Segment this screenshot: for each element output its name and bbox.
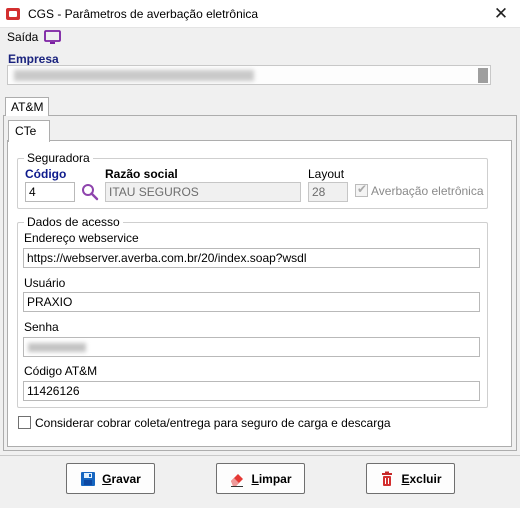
- eraser-icon: [231, 473, 244, 487]
- name-label: Razão social: [105, 167, 178, 181]
- password-redacted: [28, 343, 86, 352]
- tab-cte[interactable]: CTe: [8, 120, 50, 142]
- search-icon[interactable]: [81, 183, 99, 201]
- window-title: CGS - Parâmetros de averbação eletrônica: [28, 7, 259, 21]
- delete-label: Excluir: [401, 472, 441, 486]
- password-label: Senha: [24, 320, 59, 334]
- monitor-icon[interactable]: [44, 30, 61, 45]
- name-field: ITAU SEGUROS: [105, 182, 301, 202]
- floppy-disk-icon: [81, 471, 96, 486]
- save-button[interactable]: Gravar: [66, 463, 155, 494]
- clear-button[interactable]: Limpar: [216, 463, 305, 494]
- access-group-label: Dados de acesso: [24, 215, 123, 229]
- atm-code-label: Código AT&M: [24, 364, 98, 378]
- user-field[interactable]: PRAXIO: [23, 292, 480, 312]
- app-icon: [6, 8, 20, 20]
- atm-code-field[interactable]: 11426126: [23, 381, 480, 401]
- electronic-checkbox: ✔: [355, 182, 368, 197]
- company-field[interactable]: [7, 65, 491, 85]
- layout-field: 28: [308, 182, 348, 202]
- delete-label-rest: xcluir: [409, 471, 442, 486]
- layout-label: Layout: [308, 167, 345, 181]
- close-button[interactable]: ✕: [490, 3, 512, 25]
- field-handle: [478, 68, 488, 83]
- password-field[interactable]: [23, 337, 480, 357]
- company-label: Empresa: [8, 52, 59, 66]
- menu-exit[interactable]: Saída: [7, 29, 38, 46]
- clear-label-rest: impar: [258, 471, 292, 486]
- save-label-rest: ravar: [111, 471, 141, 486]
- electronic-label: Averbação eletrônica: [371, 184, 484, 198]
- clear-label: Limpar: [251, 472, 291, 486]
- tab-atm[interactable]: AT&M: [5, 97, 50, 116]
- user-label: Usuário: [24, 276, 66, 290]
- delete-mnemonic: E: [401, 471, 410, 486]
- charge-collection-label[interactable]: Considerar cobrar coleta/entrega para se…: [35, 416, 391, 430]
- bottom-separator: [0, 455, 520, 456]
- clear-mnemonic: L: [251, 471, 259, 486]
- webservice-label: Endereço webservice: [24, 231, 139, 245]
- company-value-redacted: [14, 70, 254, 81]
- code-field[interactable]: 4: [25, 182, 75, 202]
- save-label: Gravar: [102, 472, 141, 486]
- webservice-field[interactable]: https://webserver.averba.com.br/20/index…: [23, 248, 480, 268]
- check-mark-icon: ✔: [357, 182, 368, 196]
- code-label: Código: [25, 167, 67, 181]
- charge-collection-checkbox[interactable]: [18, 416, 31, 429]
- menu-bar: Saída: [0, 28, 520, 50]
- trash-icon: [382, 471, 393, 486]
- insurer-group-label: Seguradora: [24, 151, 93, 165]
- delete-button[interactable]: Excluir: [366, 463, 455, 494]
- title-bar: CGS - Parâmetros de averbação eletrônica…: [0, 0, 520, 28]
